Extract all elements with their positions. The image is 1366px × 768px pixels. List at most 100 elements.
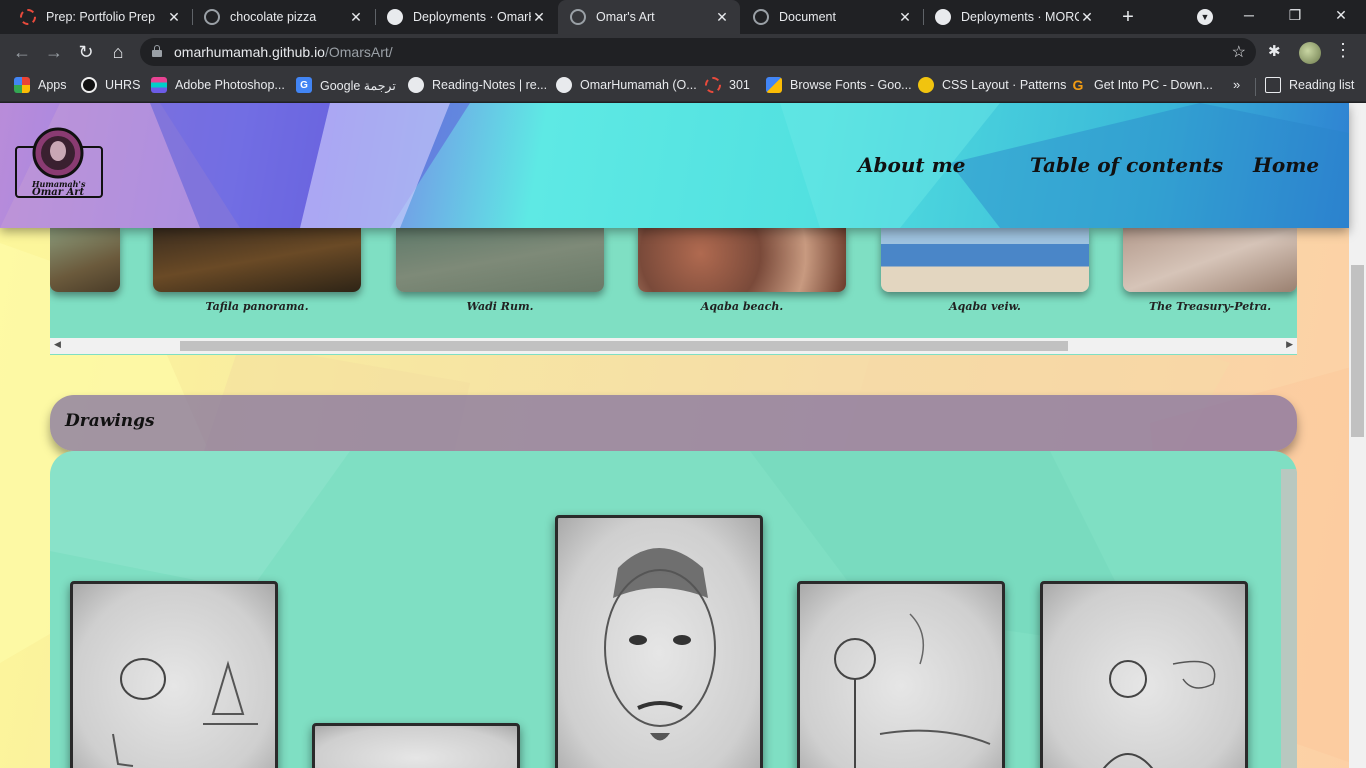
reading-list-label: Reading list [1289,78,1355,92]
tab-title: Prep: Portfolio Prep [46,10,156,24]
nav-table-of-contents[interactable]: Table of contents [1030,153,1223,177]
bookmark-label: Apps [38,78,67,92]
close-icon[interactable]: ✕ [531,9,547,26]
minimize-icon[interactable]: ─ [1226,0,1272,30]
page-scrollbar-thumb[interactable] [1351,265,1364,437]
bookmark-301[interactable]: 301 [705,77,750,93]
bookmark-apps[interactable]: Apps [14,77,67,93]
tab-title: Deployments · MORO [961,10,1079,24]
browser-toolbar: ← → ↻ ⌂ omarhumamah.github.io/OmarsArt/ … [0,34,1366,70]
css-layout-icon [918,77,934,93]
google-translate-icon: G [296,77,312,93]
address-bar[interactable]: omarhumamah.github.io/OmarsArt/ ☆ [140,38,1256,66]
kebab-menu-icon[interactable]: ⋮ [1334,40,1352,61]
tab-title: Document [779,10,836,24]
red-circle-icon [20,9,36,25]
drawing-man-portrait[interactable] [1040,581,1248,768]
lock-icon [152,45,162,57]
photo-carousel: Tafila panorama. Wadi Rum. Aqaba beach. … [50,228,1297,355]
home-icon[interactable]: ⌂ [106,40,130,64]
close-icon[interactable]: ✕ [714,9,730,26]
tab-chocolate-pizza[interactable]: chocolate pizza ✕ [192,0,374,34]
nav-about-me[interactable]: About me [858,153,965,177]
bookmark-label: CSS Layout · Patterns [942,78,1067,92]
reading-list-button[interactable]: Reading list [1265,77,1354,93]
close-icon[interactable]: ✕ [166,9,182,26]
bookmark-css-layout[interactable]: CSS Layout · Patterns [918,77,1066,93]
github-icon [387,9,403,25]
apps-grid-icon [14,77,30,93]
close-icon[interactable]: ✕ [348,9,364,26]
bookmark-omarhumamah[interactable]: OmarHumamah (O... [556,77,697,93]
page-viewport: Humamah's Omar Art About me Table of con… [0,103,1366,768]
photoshop-icon [151,77,167,93]
bookmark-star-icon[interactable]: ☆ [1232,42,1246,62]
github-icon [556,77,572,93]
restore-icon[interactable]: ❐ [1272,0,1318,30]
drawing-sketch [834,613,991,768]
bookmark-photoshop[interactable]: Adobe Photoshop... [151,77,285,93]
back-icon[interactable]: ← [10,40,34,64]
photo-aqaba-beach[interactable] [638,228,846,292]
drawing-sketch [1102,660,1216,768]
caption-tafila: Tafila panorama. [205,300,309,313]
bookmark-label: Browse Fonts - Goo... [790,78,912,92]
avatar[interactable] [1299,42,1321,64]
extensions-icon[interactable]: ✱ [1268,42,1281,60]
github-icon [935,9,951,25]
photo-carousel-scrollbar[interactable]: ◀ ▶ [50,338,1297,354]
caption-wadi-rum: Wadi Rum. [466,300,534,313]
bookmarks-separator [1255,78,1256,96]
bookmark-get-into-pc[interactable]: G Get Into PC - Down... [1070,77,1213,93]
globe-icon [570,9,586,25]
scroll-left-icon[interactable]: ◀ [54,339,61,350]
tab-deployments-moro[interactable]: Deployments · MORO ✕ [923,0,1105,34]
bookmark-label: Adobe Photoshop... [175,78,285,92]
photo-aqaba-view[interactable] [881,228,1089,292]
tab-deployments-omar[interactable]: Deployments · OmarH ✕ [375,0,557,34]
tab-title: chocolate pizza [230,10,317,24]
bookmark-google-translate[interactable]: G Google ترجمة [296,77,396,93]
bookmark-label: 301 [729,78,750,92]
bookmark-reading-notes[interactable]: Reading-Notes | re... [408,77,547,93]
drawing-rose-hand[interactable] [797,581,1005,768]
drawing-partial[interactable] [312,723,520,768]
caption-treasury-petra: The Treasury-Petra. [1148,300,1272,313]
reload-icon[interactable]: ↻ [74,40,98,64]
tab-title: Deployments · OmarH [413,10,531,24]
uhrs-icon [81,77,97,93]
url-host: omarhumamah.github.io [174,44,325,60]
photo-wadi-rum[interactable] [396,228,604,292]
page-scrollbar[interactable] [1349,103,1366,768]
photo-partial[interactable] [50,228,120,292]
more-bookmarks-icon[interactable]: » [1233,77,1240,92]
scroll-right-icon[interactable]: ▶ [1286,339,1293,350]
bookmark-google-fonts[interactable]: Browse Fonts - Goo... [766,77,912,93]
drawing-heart-fire[interactable] [70,581,278,768]
photo-treasury-petra[interactable] [1123,228,1297,292]
section-title: Drawings [65,411,155,431]
gallery-scrollbar[interactable] [1281,469,1297,768]
logo-text-bottom: Omar Art [32,187,85,198]
bookmark-label: Google ترجمة [320,78,396,93]
new-tab-button[interactable]: + [1117,6,1139,28]
nav-home[interactable]: Home [1253,153,1319,177]
bookmark-uhrs[interactable]: UHRS [81,77,140,93]
window-close-icon[interactable]: ✕ [1318,0,1364,30]
tab-search-icon[interactable]: ▼ [1197,9,1213,25]
tab-omars-art[interactable]: Omar's Art ✕ [558,0,740,34]
tab-prep[interactable]: Prep: Portfolio Prep ✕ [8,0,192,34]
drawing-sketch [604,548,716,741]
scrollbar-thumb[interactable] [180,341,1068,351]
drawings-section-header: Drawings [50,395,1297,451]
close-icon[interactable]: ✕ [897,9,913,26]
red-circle-icon [705,77,721,93]
tab-document[interactable]: Document ✕ [741,0,923,34]
globe-icon [753,9,769,25]
site-logo[interactable]: Humamah's Omar Art [14,125,106,203]
drawing-portrait-man[interactable] [555,515,763,768]
forward-icon[interactable]: → [42,40,66,64]
close-icon[interactable]: ✕ [1079,9,1095,26]
caption-aqaba-view: Aqaba veiw. [949,300,1021,313]
photo-tafila-panorama[interactable] [153,228,361,292]
